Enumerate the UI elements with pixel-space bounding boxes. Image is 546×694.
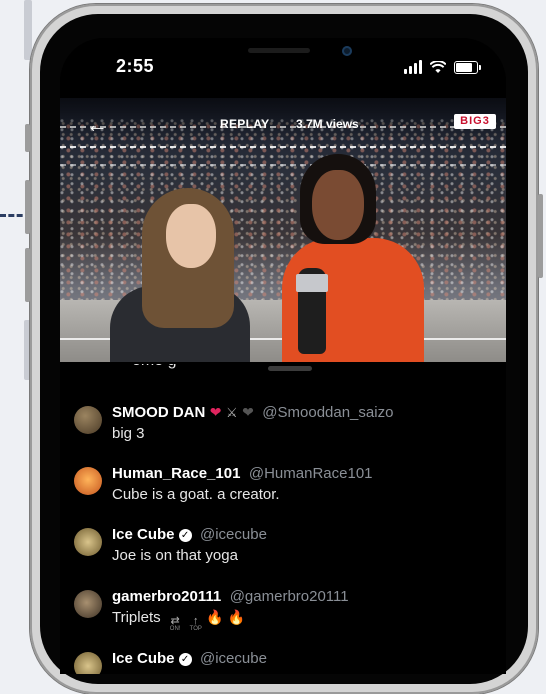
avatar[interactable]: [74, 528, 102, 556]
comment-text: Triplets ⇄ ON! ↑ TOP 🔥 🔥: [112, 609, 349, 633]
arena-ribbon-board: [60, 164, 506, 166]
battery-icon: [454, 61, 481, 74]
signal-icon: [404, 60, 422, 74]
comment-handle[interactable]: @gamerbro20111: [230, 588, 349, 605]
view-count: 3.7M views: [296, 117, 359, 131]
comment-author[interactable]: Ice Cube: [112, 526, 175, 543]
comment-text: Joe is on that yoga: [112, 547, 238, 564]
fire-icon: 🔥: [227, 609, 246, 625]
comment-author[interactable]: SMOOD DAN: [112, 404, 205, 421]
avatar[interactable]: [74, 406, 102, 434]
avatar[interactable]: [74, 652, 102, 674]
volume-up-button: [25, 180, 30, 234]
power-button: [538, 194, 543, 278]
top-arrow-icon: ↑ TOP: [189, 615, 202, 633]
interviewee-face: [312, 170, 364, 240]
fire-icon: 🔥: [206, 609, 224, 625]
comment-text-body: Triplets: [112, 609, 161, 626]
clipped-previous-comment: ome g: [132, 364, 176, 384]
mute-switch: [25, 124, 30, 152]
comment-author[interactable]: Human_Race_101: [112, 465, 240, 482]
comment-item[interactable]: Human_Race_101 @HumanRace101 Cube is a g…: [74, 465, 373, 503]
big3-logo: BIG3: [454, 114, 496, 129]
on-arrows-icon: ⇄ ON!: [169, 615, 181, 633]
reporter-face: [166, 204, 216, 268]
phone-frame: 2:55 ← REPLAY 3.7M views BIG3 SMOOD DAN …: [25, 4, 543, 694]
avatar[interactable]: [74, 590, 102, 618]
swords-icon: ⚔: [225, 405, 238, 420]
comment-text: big 3: [112, 425, 145, 442]
comment-author[interactable]: Ice Cube: [112, 650, 175, 667]
status-icons: [404, 60, 481, 74]
earpiece-speaker: [248, 48, 310, 53]
status-time: 2:55: [116, 56, 155, 76]
background-panel: [24, 0, 32, 60]
comment-handle[interactable]: @Smooddan_saizo: [262, 404, 393, 421]
comment-item[interactable]: Ice Cube ✓ @icecube Joe is on that yoga: [74, 526, 267, 564]
video-player[interactable]: ← REPLAY 3.7M views BIG3: [60, 98, 506, 362]
video-top-overlay: ← REPLAY 3.7M views BIG3: [60, 98, 506, 144]
wifi-icon: [430, 61, 446, 73]
phone-screen: 2:55 ← REPLAY 3.7M views BIG3 SMOOD DAN …: [60, 38, 506, 674]
verified-badge-icon: ✓: [178, 529, 192, 542]
comment-item[interactable]: Ice Cube ✓ @icecube: [74, 650, 267, 674]
microphone: [296, 268, 328, 354]
comment-handle[interactable]: @HumanRace101: [249, 465, 373, 482]
black-heart-icon: ❤: [242, 404, 254, 420]
arena-ribbon-board: [60, 146, 506, 148]
comment-author[interactable]: gamerbro20111: [112, 588, 221, 605]
phone-bezel: 2:55 ← REPLAY 3.7M views BIG3 SMOOD DAN …: [40, 14, 528, 684]
comment-handle[interactable]: @icecube: [200, 526, 267, 543]
comment-item[interactable]: gamerbro20111 @gamerbro20111 Triplets ⇄ O…: [74, 588, 349, 633]
volume-down-button: [25, 248, 30, 302]
comment-item[interactable]: SMOOD DAN ❤ ⚔ ❤ @Smooddan_saizo big 3: [74, 404, 393, 442]
camera-notch: [160, 38, 406, 72]
red-heart-icon: ❤: [209, 404, 222, 420]
avatar[interactable]: [74, 467, 102, 495]
comment-text: Cube is a goat. a creator.: [112, 486, 280, 503]
sheet-drag-handle[interactable]: [268, 366, 312, 371]
replay-label: REPLAY: [220, 117, 270, 131]
front-camera: [342, 46, 352, 56]
comment-handle[interactable]: @icecube: [200, 650, 267, 667]
verified-badge-icon: ✓: [178, 653, 192, 666]
comments-sheet: ome g SMOOD DAN ❤ ⚔ ❤ @Smooddan_saizo bi…: [60, 362, 506, 674]
back-arrow-icon[interactable]: ←: [86, 114, 108, 136]
